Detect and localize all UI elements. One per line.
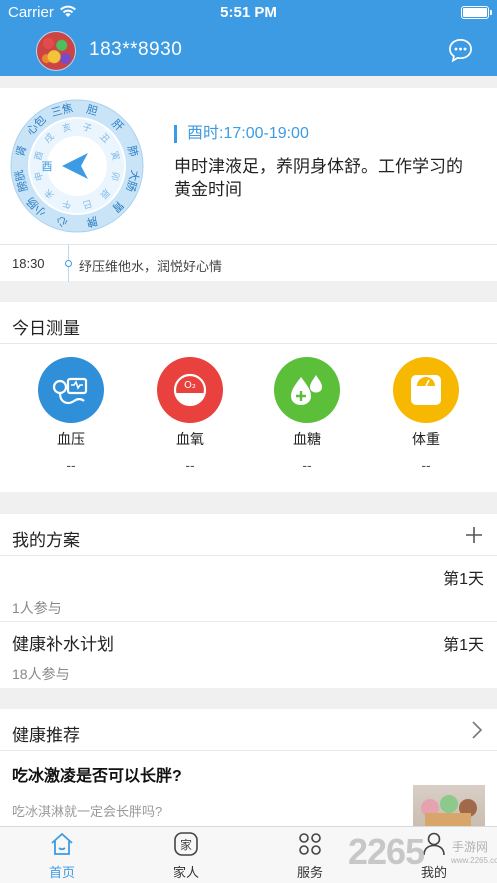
tab-label: 家人 [172,865,199,880]
chevron-right-icon[interactable] [471,720,483,740]
organ-clock-dial[interactable]: 胆肝肺大肠胃脾心小肠膀胱肾心包三焦 子丑寅卯辰巳午未申酉戌亥 酉 [10,99,144,233]
timeline-row[interactable]: 18:30 纾压维他水，润悦好心情 [0,244,497,282]
measure-label: 血糖 [293,431,321,447]
tab-home[interactable]: 首页 [0,827,124,883]
tab-label: 首页 [48,865,75,880]
blood-sugar-icon [274,357,340,423]
watermark-url: www.2265.com [451,856,497,865]
app-header: 183**8930 [0,26,497,76]
svg-text:O₂: O₂ [184,380,196,391]
plans-card: 我的方案 第1天 1人参与 健康补水计划 第1天 18人参与 [0,514,497,688]
measure-item-blood-pressure[interactable]: 血压 -- [26,357,116,487]
recommend-title: 健康推荐 [12,726,80,745]
blood-oxygen-icon: O₂ [157,357,223,423]
measure-label: 血压 [57,431,85,447]
watermark: 2265 手游网 www.2265.com [348,829,497,879]
current-branch-label: 酉 [42,160,53,173]
plan-name: 健康补水计划 [12,635,114,654]
divider [0,621,497,622]
divider [0,555,497,556]
username: 183**8930 [89,39,183,60]
measure-value: -- [185,457,195,473]
chat-bubble-icon[interactable] [448,38,473,63]
measure-item-weight[interactable]: 体重 -- [381,357,471,487]
watermark-name: 手游网 [452,840,489,854]
timeline-time: 18:30 [12,256,45,271]
measure-item-blood-sugar[interactable]: 血糖 -- [262,357,352,487]
measure-item-blood-oxygen[interactable]: O₂ 血氧 -- [145,357,235,487]
measure-value: -- [302,457,312,473]
blood-pressure-icon [38,357,104,423]
article-subtitle: 吃冰淇淋就一定会长胖吗? [12,804,163,819]
weight-scale-icon [393,357,459,423]
current-period: 酉时:17:00-19:00 [174,125,309,143]
timeline-text: 纾压维他水，润悦好心情 [79,259,223,274]
measure-value: -- [66,457,76,473]
add-plan-icon[interactable] [464,525,484,545]
measure-label: 体重 [412,431,440,447]
recommend-card: 健康推荐 吃冰激凌是否可以长胖? 吃冰淇淋就一定会长胖吗? [0,709,497,826]
divider [0,343,497,344]
status-bar: Carrier 5:51 PM [0,0,497,26]
family-icon: 家 [174,832,198,856]
svg-text:家: 家 [180,837,192,852]
status-time: 5:51 PM [220,4,277,21]
watermark-number: 2265 [348,831,425,872]
plan-day: 第1天 [443,571,484,588]
article-title: 吃冰激凌是否可以长胖? [12,768,182,785]
timeline-dot-icon [65,260,72,267]
measure-card: 今日测量 血压 -- O₂ 血氧 -- 血糖 -- 体重 -- [0,302,497,492]
battery-icon [461,6,492,19]
measure-title: 今日测量 [12,319,80,338]
home-icon [51,833,73,855]
plan-participants: 18人参与 [12,666,70,682]
avatar[interactable] [36,31,76,71]
plans-title: 我的方案 [12,531,80,550]
organ-clock-card: 胆肝肺大肠胃脾心小肠 膀胱肾心包 三焦 子丑寅卯辰巳午未申酉戌亥 酉 酉时:17:0… [0,88,497,282]
period-description: 申时津液足，养阴身体舒。工作学习的黄金时间 [174,157,463,199]
measure-value: -- [421,457,431,473]
divider [0,750,497,751]
measure-label: 血氧 [176,431,204,447]
plan-day: 第1天 [443,637,484,654]
tab-family[interactable]: 家 家人 [124,827,248,883]
article-thumbnail [413,785,485,826]
plan-participants: 1人参与 [12,600,62,616]
services-grid-icon [299,833,321,855]
